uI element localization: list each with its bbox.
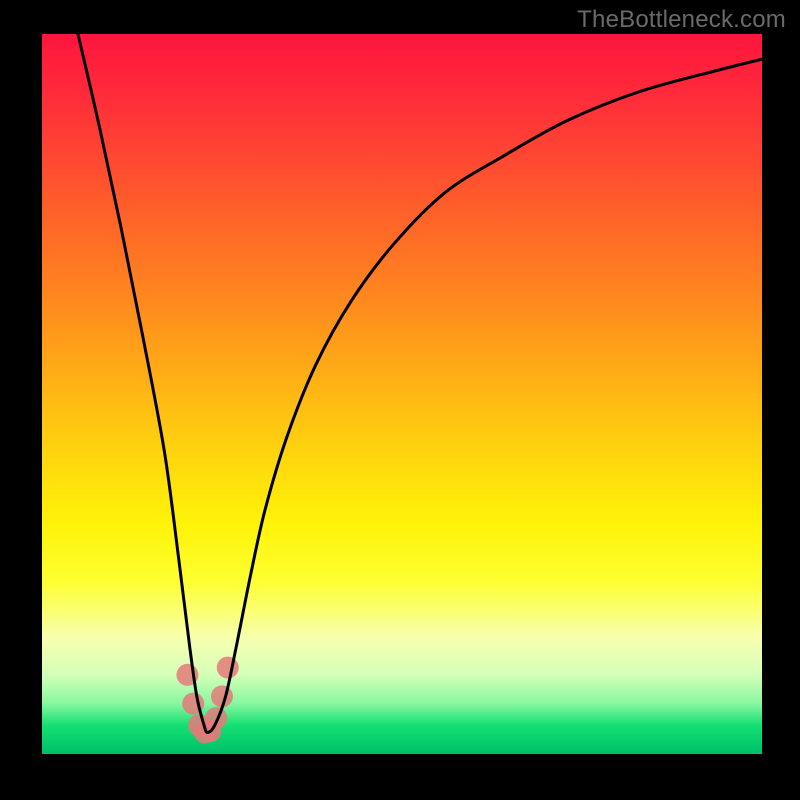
trough-marker-group [176,657,238,744]
trough-marker [205,707,227,729]
bottleneck-curve [78,34,762,732]
trough-marker [217,657,239,679]
chart-frame: TheBottleneck.com [0,0,800,800]
watermark-text: TheBottleneck.com [577,6,786,34]
curve-svg [42,34,762,754]
plot-area [42,34,762,754]
